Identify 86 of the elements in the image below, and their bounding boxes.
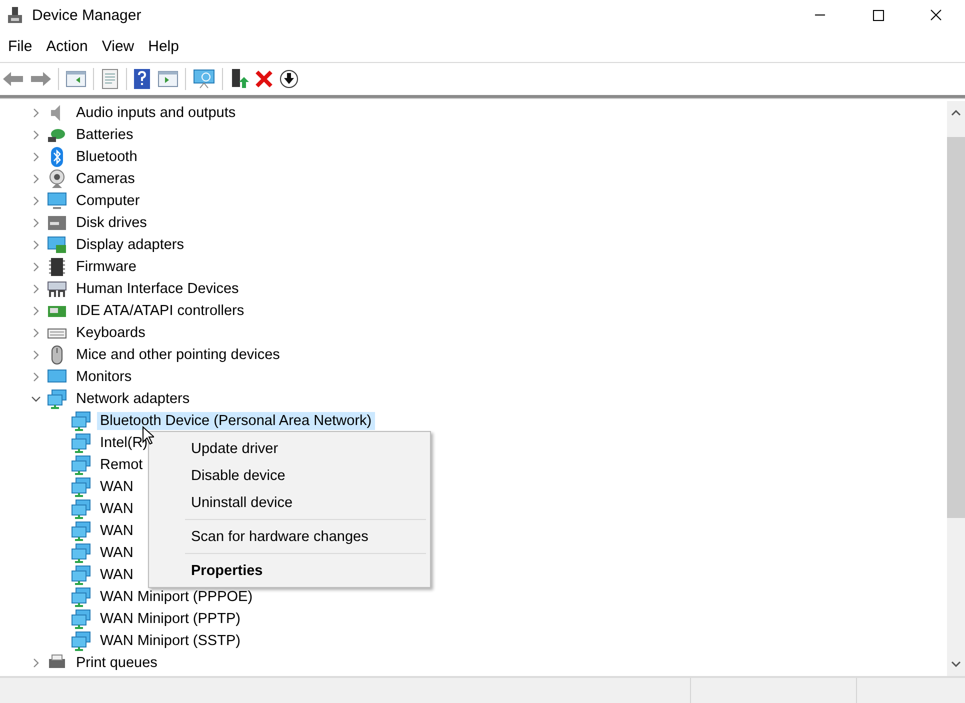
expand-icon[interactable] [33, 218, 39, 228]
expand-icon[interactable] [33, 196, 39, 206]
tree-item[interactable]: Batteries [73, 126, 136, 144]
panel-icon[interactable] [157, 69, 179, 89]
tree-item[interactable]: Keyboards [73, 324, 148, 342]
tree-item[interactable]: WAN Miniport (PPTP) [97, 610, 244, 628]
tree-item[interactable]: Monitors [73, 368, 135, 386]
back-arrow-icon[interactable] [2, 70, 24, 88]
monitor-icon [47, 191, 67, 211]
menu-item[interactable]: Action [39, 38, 95, 54]
network-icon [71, 433, 91, 453]
network-icon [71, 565, 91, 585]
menu-item[interactable]: Uninstall device [149, 489, 430, 516]
network-icon [71, 411, 91, 431]
tree-item[interactable]: Remot [97, 456, 146, 474]
tree-item[interactable]: WAN [97, 566, 136, 584]
tree-item[interactable]: Display adapters [73, 236, 187, 254]
tree-item[interactable]: Computer [73, 192, 143, 210]
tree-item[interactable]: Human Interface Devices [73, 280, 242, 298]
app-icon [6, 6, 24, 24]
tree-item[interactable]: Audio inputs and outputs [73, 104, 239, 122]
help-icon[interactable] [133, 68, 151, 90]
panel-icon[interactable] [65, 69, 87, 89]
tree-item[interactable]: WAN [97, 522, 136, 540]
tree-item[interactable]: Network adapters [73, 390, 193, 408]
menu-item[interactable]: View [94, 38, 142, 54]
document-icon[interactable] [100, 68, 120, 90]
network-icon [71, 609, 91, 629]
tree-item[interactable]: WAN Miniport (PPPOE) [97, 588, 256, 606]
scroll-down-icon[interactable] [951, 661, 961, 667]
keyboard-joystick-icon [47, 279, 67, 299]
tree-item[interactable]: Bluetooth Device (Personal Area Network) [97, 412, 375, 430]
expand-icon[interactable] [33, 174, 39, 184]
maximize-icon[interactable] [872, 9, 884, 21]
scroll-thumb[interactable] [947, 137, 965, 518]
network-icon [71, 455, 91, 475]
tree-item[interactable]: Intel(R) [97, 434, 151, 452]
tree-item[interactable]: IDE ATA/ATAPI controllers [73, 302, 248, 320]
menu-item[interactable]: File [1, 38, 40, 54]
network-icon [71, 631, 91, 651]
network-icon [71, 521, 91, 541]
display-adapter-icon [47, 235, 67, 255]
disk-drive-icon [47, 213, 67, 233]
expand-icon[interactable] [33, 262, 39, 272]
menu-item[interactable]: Disable device [149, 462, 430, 489]
expand-icon[interactable] [33, 108, 39, 118]
close-icon[interactable] [930, 9, 942, 21]
tree-item[interactable]: Cameras [73, 170, 138, 188]
network-icon [71, 499, 91, 519]
tree-item[interactable]: WAN [97, 478, 136, 496]
collapse-icon[interactable] [31, 396, 41, 402]
menu-item[interactable]: Update driver [149, 435, 430, 462]
tree-item[interactable]: WAN [97, 544, 136, 562]
menu-item[interactable]: Help [141, 38, 186, 54]
tree-item[interactable]: Mice and other pointing devices [73, 346, 283, 364]
monitor-icon[interactable] [192, 68, 216, 90]
expand-icon[interactable] [33, 328, 39, 338]
window-title: Device Manager [32, 6, 142, 24]
scrollbar[interactable] [947, 101, 965, 676]
network-icon [71, 587, 91, 607]
tree-item[interactable]: WAN [97, 500, 136, 518]
expand-icon[interactable] [33, 372, 39, 382]
scroll-up-icon[interactable] [951, 110, 961, 116]
expand-icon[interactable] [33, 152, 39, 162]
webcam-icon [47, 169, 67, 189]
tree-item[interactable]: Disk drives [73, 214, 150, 232]
expand-icon[interactable] [33, 240, 39, 250]
delete-icon[interactable] [255, 70, 273, 88]
download-icon[interactable] [279, 69, 299, 89]
tree-item[interactable]: Firmware [73, 258, 140, 276]
forward-arrow-icon[interactable] [30, 70, 52, 88]
network-icon [47, 389, 67, 409]
expand-icon[interactable] [33, 658, 39, 668]
menu-item[interactable]: Properties [149, 557, 430, 584]
network-icon [71, 543, 91, 563]
expand-icon[interactable] [33, 350, 39, 360]
tree-item[interactable]: Bluetooth [73, 148, 140, 166]
tree-item[interactable]: Print queues [73, 654, 160, 672]
device-update-icon[interactable] [229, 68, 249, 90]
chip-icon [47, 257, 67, 277]
expand-icon[interactable] [33, 306, 39, 316]
menu-item[interactable]: Scan for hardware changes [149, 523, 430, 550]
expand-icon[interactable] [33, 130, 39, 140]
network-icon [71, 477, 91, 497]
expand-icon[interactable] [33, 284, 39, 294]
tree-item[interactable]: WAN Miniport (SSTP) [97, 632, 244, 650]
